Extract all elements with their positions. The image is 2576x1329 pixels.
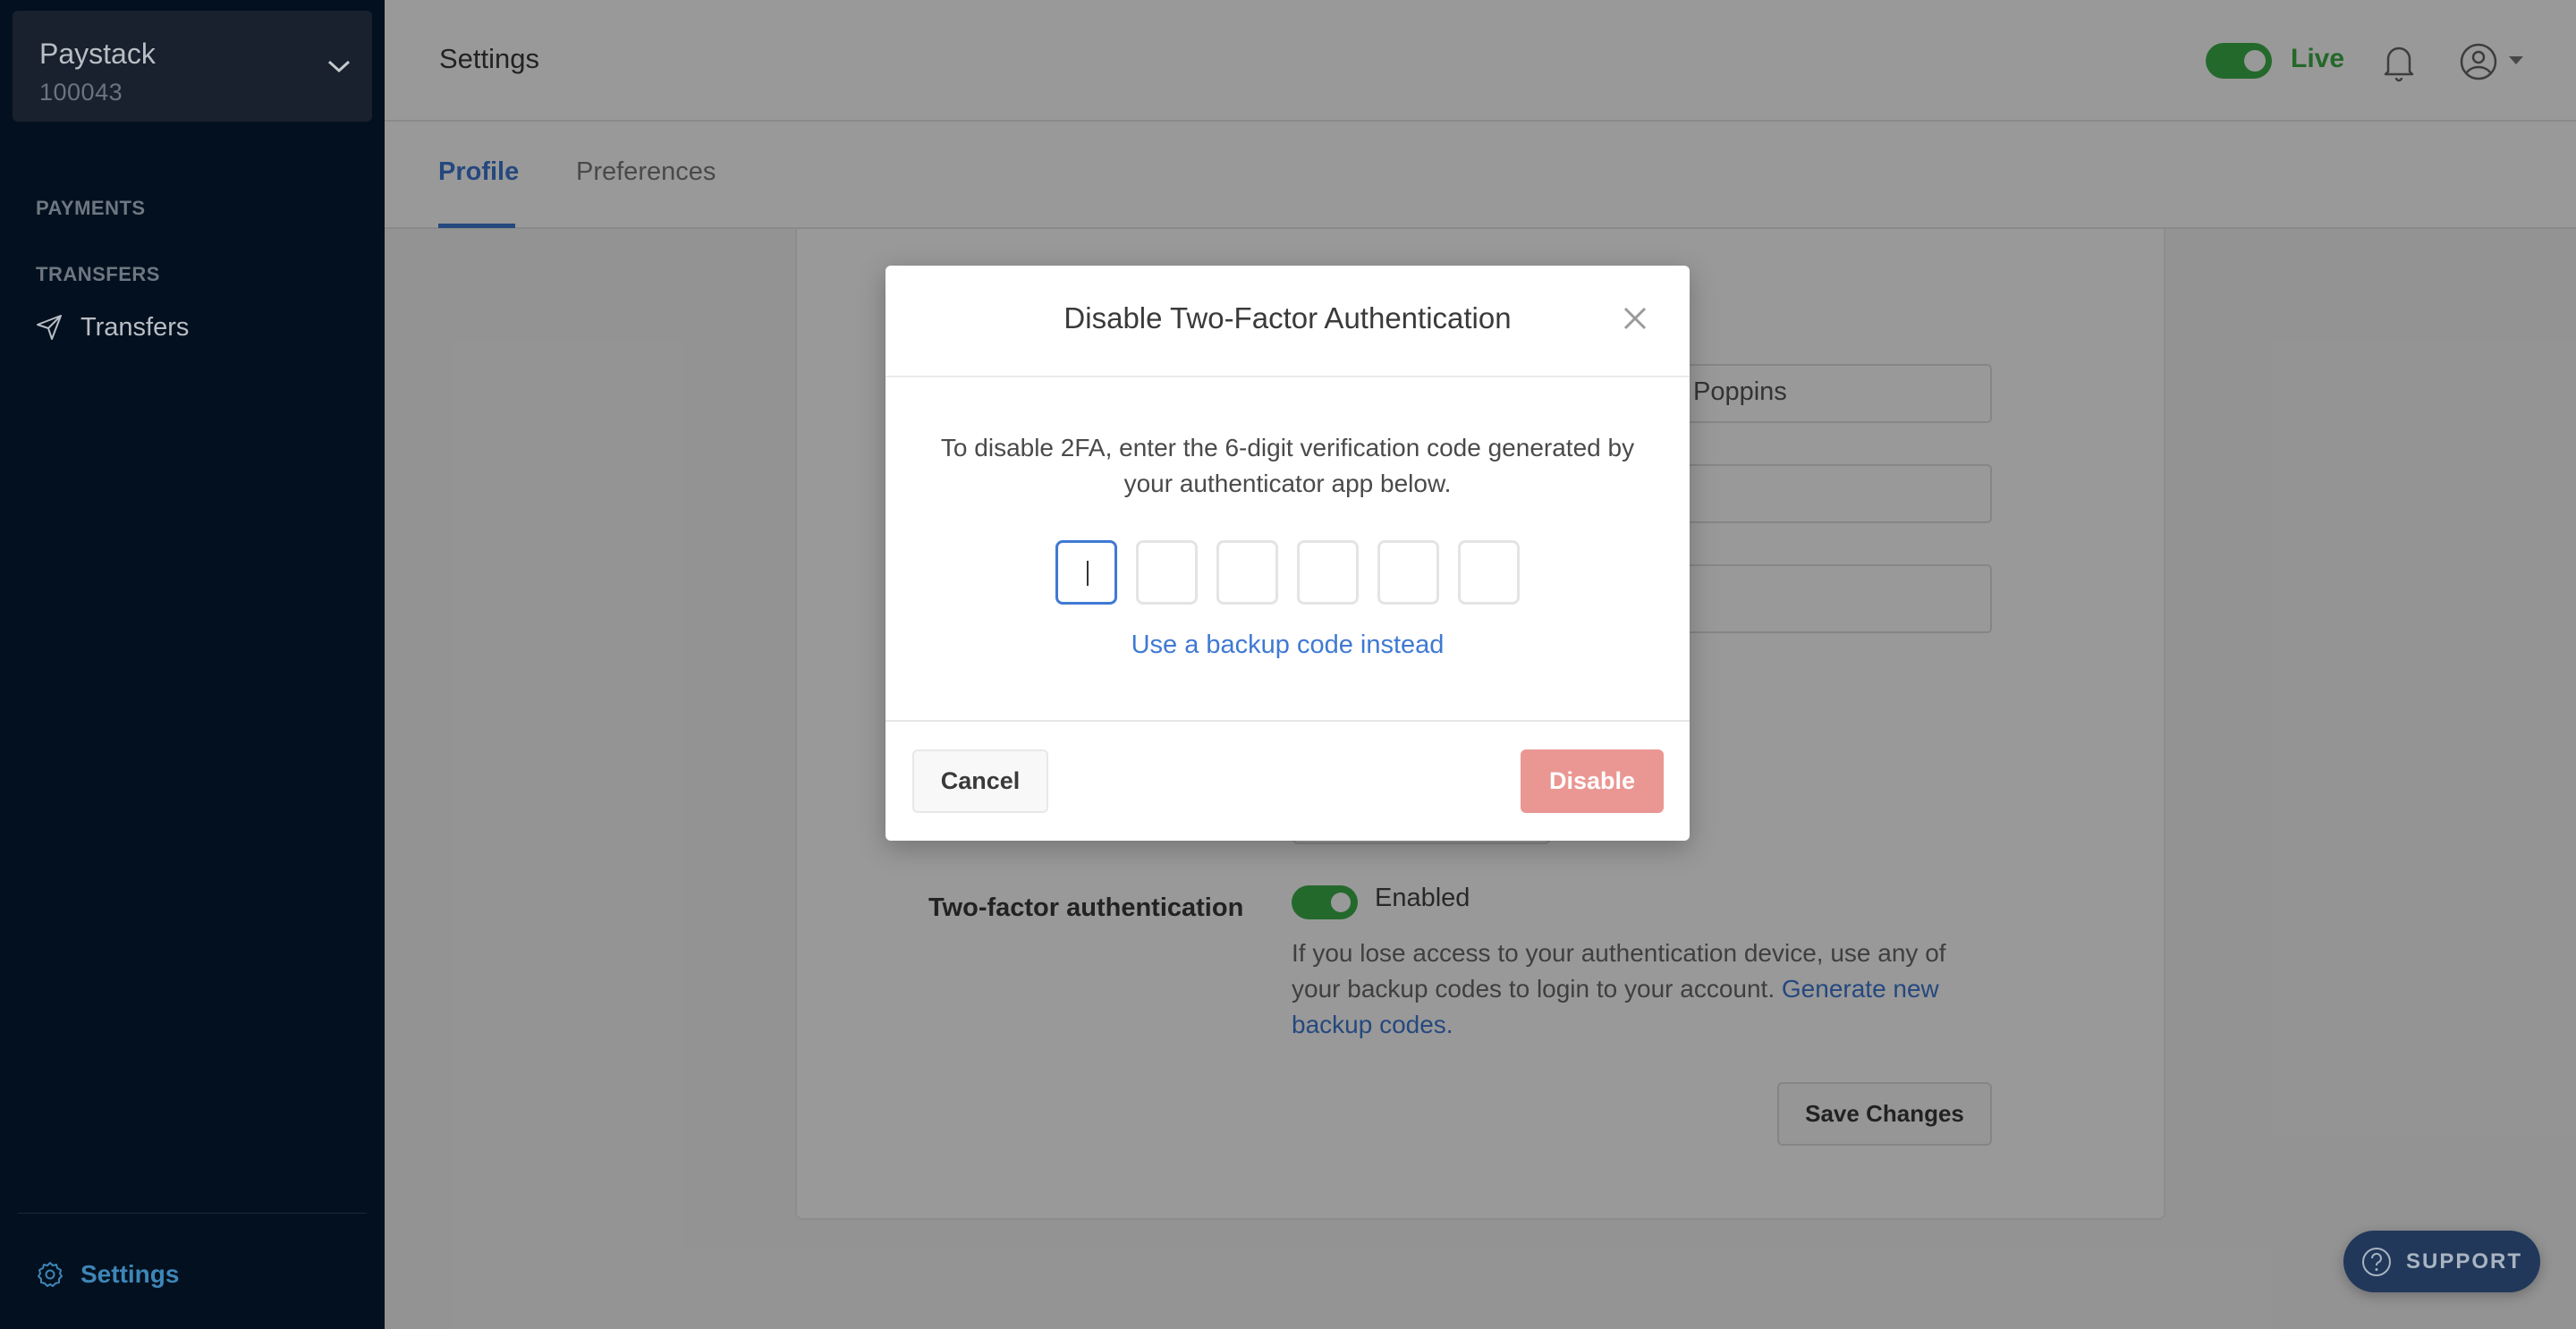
sidebar-heading-transfers: TRANSFERS xyxy=(36,263,160,285)
sidebar-item-label: Transfers xyxy=(80,312,190,342)
account-switcher[interactable]: Paystack 100043 xyxy=(13,11,372,122)
otp-digit-1[interactable] xyxy=(1055,540,1117,605)
help-icon xyxy=(2362,1247,2391,1276)
sidebar-heading-payments: PAYMENTS xyxy=(36,197,146,219)
sidebar-item-settings[interactable]: Settings xyxy=(36,1254,304,1295)
gear-icon xyxy=(38,1262,63,1287)
account-id: 100043 xyxy=(39,79,123,106)
otp-digit-5[interactable] xyxy=(1377,540,1439,605)
chevron-down-icon xyxy=(327,60,351,73)
cancel-button[interactable]: Cancel xyxy=(912,749,1048,813)
sidebar-divider xyxy=(18,1213,367,1214)
otp-digit-3[interactable] xyxy=(1216,540,1278,605)
otp-digit-4[interactable] xyxy=(1297,540,1359,605)
use-backup-code-link[interactable]: Use a backup code instead xyxy=(886,631,1690,660)
otp-digit-2[interactable] xyxy=(1136,540,1198,605)
disable-2fa-modal: Disable Two-Factor Authentication To dis… xyxy=(886,266,1690,841)
modal-header: Disable Two-Factor Authentication xyxy=(886,266,1690,377)
close-icon[interactable] xyxy=(1621,304,1649,333)
sidebar: Paystack 100043 PAYMENTS TRANSFERS Trans… xyxy=(0,0,385,1329)
sidebar-item-label: Settings xyxy=(80,1260,180,1288)
support-button[interactable]: SUPPORT xyxy=(2343,1231,2540,1292)
modal-instructions: To disable 2FA, enter the 6-digit verifi… xyxy=(940,434,1635,497)
text-cursor xyxy=(1087,561,1089,586)
support-label: SUPPORT xyxy=(2406,1249,2523,1274)
disable-button[interactable]: Disable xyxy=(1521,749,1664,813)
modal-footer: Cancel Disable xyxy=(886,720,1690,841)
otp-digit-6[interactable] xyxy=(1458,540,1520,605)
account-name: Paystack xyxy=(39,38,156,70)
modal-title: Disable Two-Factor Authentication xyxy=(1063,301,1512,334)
send-icon xyxy=(37,315,62,340)
sidebar-item-transfers[interactable]: Transfers xyxy=(36,308,340,347)
